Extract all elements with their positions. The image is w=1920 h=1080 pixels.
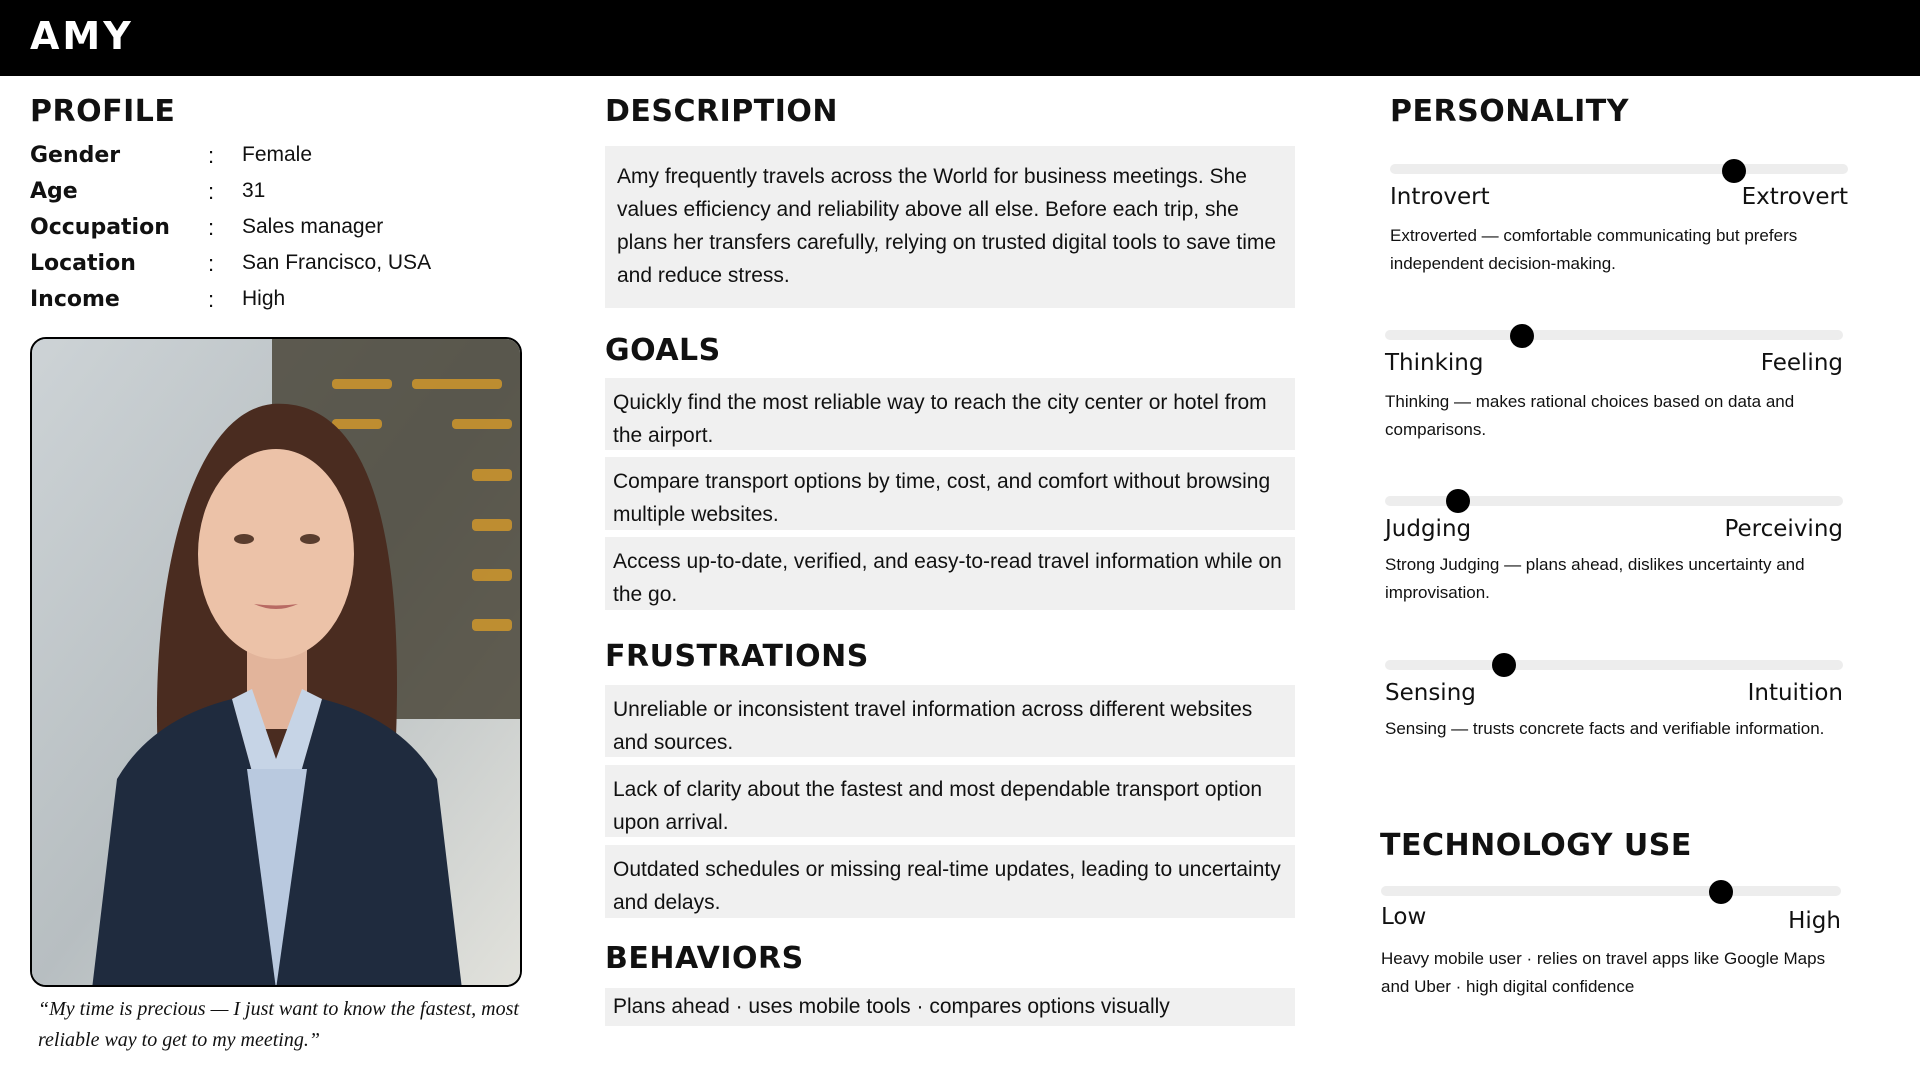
frustration-text: Unreliable or inconsistent travel inform… — [613, 698, 1253, 754]
persona-photo — [30, 337, 522, 987]
profile-value: San Francisco, USA — [242, 251, 432, 274]
frustration-item: Outdated schedules or missing real-time … — [605, 845, 1295, 918]
header-bar: AMY — [0, 0, 1920, 76]
trait-pole-right: Extrovert — [1741, 184, 1848, 210]
profile-label: Income — [30, 287, 120, 312]
goals-heading: GOALS — [605, 333, 721, 368]
trait-pole-right: Feeling — [1760, 350, 1843, 376]
profile-label: Age — [30, 179, 78, 204]
technology-description: Heavy mobile user · relies on travel app… — [1381, 949, 1826, 996]
trait-pole-right: Perceiving — [1724, 516, 1843, 542]
trait-slider-track — [1385, 330, 1843, 340]
behaviors-box: Plans ahead · uses mobile tools · compar… — [605, 988, 1295, 1026]
frustration-item: Lack of clarity about the fastest and mo… — [605, 765, 1295, 837]
goal-item: Quickly find the most reliable way to re… — [605, 378, 1295, 450]
goal-text: Access up-to-date, verified, and easy-to… — [613, 550, 1282, 606]
profile-colon: : — [208, 179, 215, 204]
technology-slider-knob[interactable] — [1709, 880, 1734, 904]
profile-heading: PROFILE — [30, 94, 176, 129]
portrait-illustration — [32, 339, 520, 985]
trait-pole-left: Introvert — [1390, 184, 1490, 210]
technology-pole-low: Low — [1381, 904, 1427, 930]
trait-pole-left: Sensing — [1385, 680, 1476, 706]
trait-description: Strong Judging — plans ahead, dislikes u… — [1385, 555, 1805, 602]
trait-description: Thinking — makes rational choices based … — [1385, 392, 1795, 439]
trait-slider-track — [1390, 164, 1848, 174]
description-text: Amy frequently travels across the World … — [617, 165, 1277, 287]
description-box: Amy frequently travels across the World … — [605, 146, 1295, 308]
technology-pole-high: High — [1788, 908, 1841, 934]
frustrations-heading: FRUSTRATIONS — [605, 639, 869, 674]
trait-description: Sensing — trusts concrete facts and veri… — [1385, 719, 1825, 738]
frustration-text: Outdated schedules or missing real-time … — [613, 858, 1281, 914]
behaviors-heading: BEHAVIORS — [605, 941, 804, 976]
profile-colon: : — [208, 215, 215, 240]
frustration-item: Unreliable or inconsistent travel inform… — [605, 685, 1295, 757]
frustration-text: Lack of clarity about the fastest and mo… — [613, 778, 1263, 834]
profile-colon: : — [208, 287, 215, 312]
personality-heading: PERSONALITY — [1390, 94, 1629, 129]
trait-description: Extroverted — comfortable communicating … — [1390, 226, 1798, 273]
profile-label: Occupation — [30, 215, 170, 240]
goal-item: Compare transport options by time, cost,… — [605, 457, 1295, 530]
description-heading: DESCRIPTION — [605, 94, 839, 129]
trait-pole-left: Judging — [1385, 516, 1472, 542]
trait-slider-knob[interactable] — [1510, 324, 1535, 348]
trait-slider-knob[interactable] — [1446, 489, 1471, 513]
technology-heading: TECHNOLOGY USE — [1380, 828, 1692, 863]
profile-value: Sales manager — [242, 215, 384, 238]
persona-quote: “My time is precious — I just want to kn… — [38, 998, 519, 1051]
trait-pole-left: Thinking — [1385, 350, 1484, 376]
trait-slider-knob[interactable] — [1492, 653, 1517, 677]
profile-colon: : — [208, 251, 215, 276]
goal-item: Access up-to-date, verified, and easy-to… — [605, 537, 1295, 610]
trait-pole-right: Intuition — [1747, 680, 1843, 706]
technology-slider-track — [1381, 886, 1841, 896]
profile-colon: : — [208, 143, 215, 168]
behaviors-text: Plans ahead · uses mobile tools · compar… — [613, 995, 1170, 1018]
profile-value: Female — [242, 143, 313, 166]
goal-text: Compare transport options by time, cost,… — [613, 470, 1271, 526]
trait-slider-track — [1385, 660, 1843, 670]
profile-value: High — [242, 287, 286, 310]
profile-label: Location — [30, 251, 136, 276]
profile-label: Gender — [30, 143, 121, 168]
persona-name: AMY — [30, 14, 134, 58]
goal-text: Quickly find the most reliable way to re… — [613, 391, 1267, 447]
trait-slider-knob[interactable] — [1721, 159, 1746, 183]
profile-value: 31 — [242, 179, 266, 202]
